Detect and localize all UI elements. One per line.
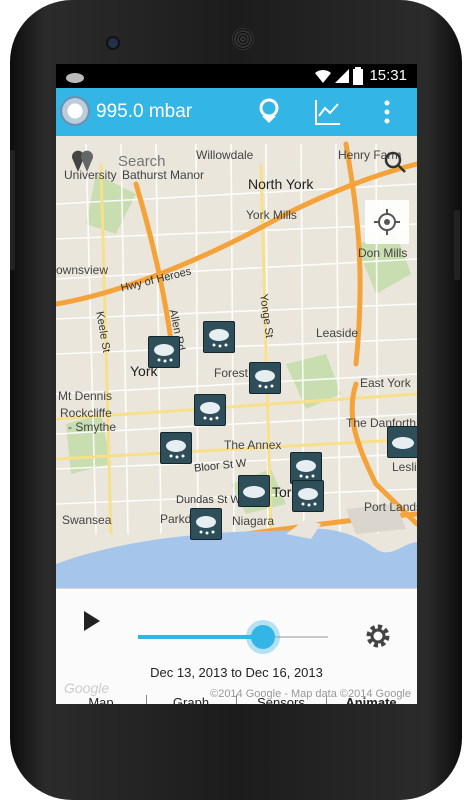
wifi-icon bbox=[315, 69, 331, 83]
map-label-the-annex: The Annex bbox=[224, 438, 282, 452]
search-icon[interactable] bbox=[383, 150, 407, 174]
snow-cloud-icon[interactable] bbox=[249, 362, 281, 394]
gear-icon[interactable] bbox=[365, 623, 391, 649]
timeline-slider-thumb[interactable] bbox=[251, 625, 276, 649]
date-range-label: Dec 13, 2013 to Dec 16, 2013 bbox=[150, 665, 323, 680]
screen: Willowdale Henry Farm University Bathurs… bbox=[56, 64, 417, 704]
search-bar bbox=[56, 144, 417, 184]
notification-cloud-icon bbox=[66, 73, 84, 83]
overflow-menu-icon[interactable] bbox=[382, 98, 392, 126]
my-location-button[interactable] bbox=[365, 200, 409, 244]
map-label-don-mills: Don Mills bbox=[358, 246, 408, 260]
phone-side-button bbox=[454, 210, 460, 280]
front-camera bbox=[106, 36, 120, 50]
map-label-leslieville: Leslievi bbox=[392, 460, 417, 474]
play-icon[interactable] bbox=[82, 609, 102, 633]
map-label-leaside: Leaside bbox=[316, 326, 359, 340]
status-bar: 15:31 bbox=[56, 64, 417, 88]
earpiece-speaker bbox=[232, 28, 254, 50]
map-label-east-york: East York bbox=[360, 376, 411, 390]
chart-icon[interactable] bbox=[314, 98, 342, 126]
map-pins-icon[interactable] bbox=[70, 150, 94, 174]
map-copyright: ©2014 Google - Map data ©2014 Google bbox=[210, 688, 411, 700]
snow-cloud-icon[interactable] bbox=[194, 394, 226, 426]
map-label-rockcliffe: Rockcliffe bbox=[60, 406, 112, 420]
snow-cloud-icon[interactable] bbox=[160, 432, 192, 464]
map-label-york-mills: York Mills bbox=[246, 208, 297, 222]
battery-icon bbox=[353, 67, 363, 85]
map-label-niagara: Niagara bbox=[232, 514, 275, 528]
cloud-icon[interactable] bbox=[238, 475, 270, 507]
crosshair-icon bbox=[374, 209, 400, 235]
barometer-app-icon[interactable] bbox=[60, 96, 90, 126]
map-label-smythe: - Smythe bbox=[68, 420, 117, 434]
snow-cloud-icon[interactable] bbox=[292, 480, 324, 512]
timeline-slider-fill bbox=[138, 635, 264, 639]
status-time: 15:31 bbox=[369, 67, 407, 84]
share-conditions-icon[interactable] bbox=[256, 98, 284, 126]
animation-controls: Dec 13, 2013 to Dec 16, 2013 Map Graph S… bbox=[56, 588, 417, 704]
snow-cloud-icon[interactable] bbox=[203, 321, 235, 353]
google-logo: Google bbox=[64, 680, 110, 696]
pressure-title: 995.0 mbar bbox=[96, 101, 193, 122]
map-label-swansea: Swansea bbox=[62, 513, 112, 527]
signal-icon bbox=[335, 69, 349, 83]
snow-cloud-icon[interactable] bbox=[190, 508, 222, 540]
snow-cloud-icon[interactable] bbox=[148, 336, 180, 368]
tab-map[interactable]: Map bbox=[56, 695, 146, 704]
map-label-mt-dennis: Mt Dennis bbox=[58, 389, 113, 403]
app-bar: 995.0 mbar bbox=[56, 88, 417, 136]
search-input[interactable] bbox=[116, 152, 340, 171]
phone-volume-button bbox=[10, 150, 15, 270]
map-label-ownsview: ownsview bbox=[56, 263, 109, 277]
map-label-port-lands: Port Lands bbox=[364, 500, 417, 514]
map-label-dundas-st: Dundas St W bbox=[176, 494, 241, 506]
cloud-icon[interactable] bbox=[387, 426, 417, 458]
